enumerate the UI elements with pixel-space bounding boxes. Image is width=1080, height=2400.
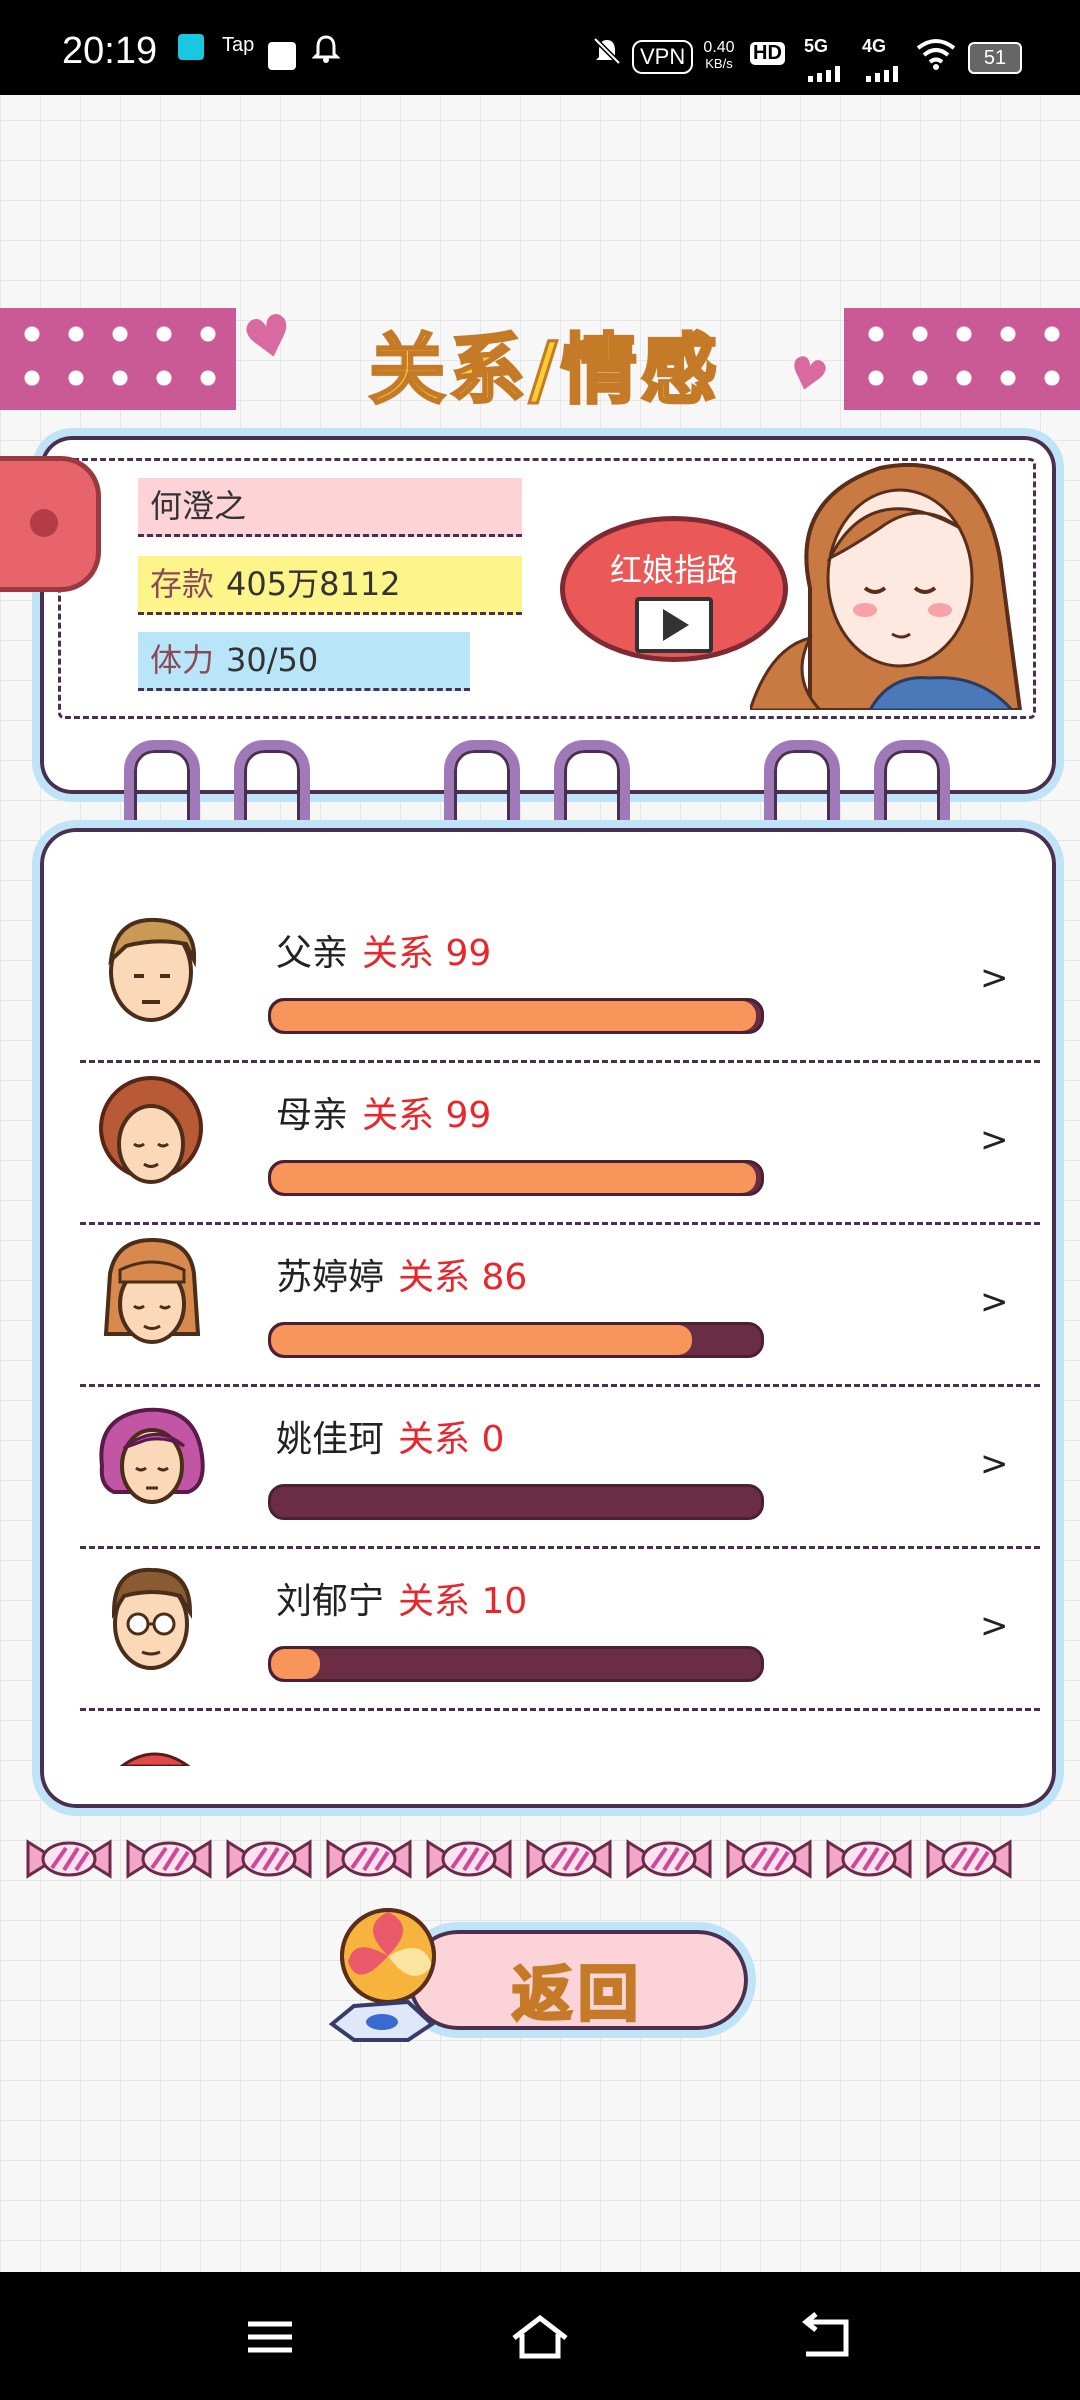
home-icon[interactable] (510, 2312, 570, 2362)
su-tingting-avatar (103, 1237, 201, 1344)
savings-label: 存款 (150, 565, 215, 603)
yao-jiake-avatar (99, 1407, 205, 1504)
liu-yuning-avatar (111, 1567, 193, 1670)
relation-name: 姚佳珂 (276, 1419, 385, 1460)
relation-bar (268, 1160, 764, 1196)
signal-icon-2 (864, 56, 904, 90)
savings-value: 405万8112 (226, 565, 401, 603)
mother-avatar (99, 1076, 203, 1184)
player-name-field: 何澄之 (138, 478, 522, 537)
relation-row-liu-yuning[interactable]: 刘郁宁 关系 10 > (80, 1546, 1040, 1711)
relation-bar-fill (271, 1163, 757, 1193)
relation-row-su-tingting[interactable]: 苏婷婷 关系 86 > (80, 1222, 1040, 1387)
relation-label: 关系 86 (398, 1257, 528, 1298)
polka-dot-tape-left (0, 308, 236, 410)
menu-icon[interactable] (240, 2312, 300, 2362)
relation-row-yao-jiake[interactable]: 姚佳珂 关系 0 > (80, 1384, 1040, 1549)
relation-bar (268, 1646, 764, 1682)
status-bar: 20:19 Tap VPN 0.40 KB/s HD 5G 4G 51 (0, 0, 1080, 95)
relation-name: 刘郁宁 (276, 1581, 385, 1622)
candy-icon (926, 1839, 1012, 1879)
return-button-wrap[interactable]: 返回 (310, 1906, 762, 2044)
relation-name: 苏婷婷 (276, 1257, 385, 1298)
player-name: 何澄之 (150, 487, 247, 525)
relation-row-father[interactable]: 父亲 关系 99 > (80, 898, 1040, 1063)
candy-icon (426, 1839, 512, 1879)
girl-portrait (750, 462, 1023, 710)
chevron-right-icon[interactable]: > (980, 1606, 1009, 1646)
network-speed: 0.40 KB/s (703, 39, 735, 72)
relation-row-mother[interactable]: 母亲 关系 99 > (80, 1060, 1040, 1225)
chevron-right-icon[interactable]: > (980, 1120, 1009, 1160)
heart-icon-small: ♥ (782, 345, 834, 406)
tap-label: Tap (222, 34, 255, 56)
bell-icon (311, 34, 341, 72)
stamina-label: 体力 (150, 641, 215, 679)
stamina-value: 30/50 (226, 641, 319, 679)
relation-name-line: 苏婷婷 关系 86 (276, 1248, 527, 1300)
relation-value: 99 (445, 1095, 492, 1136)
system-nav-bar (0, 2272, 1080, 2400)
candy-icon (626, 1839, 712, 1879)
candy-icon (326, 1839, 412, 1879)
relation-bar (268, 1322, 764, 1358)
candy-divider (26, 1830, 1056, 1890)
relation-bar-fill (271, 1001, 757, 1031)
vpn-badge: VPN (632, 40, 694, 74)
relation-name: 父亲 (276, 933, 349, 974)
chevron-right-icon[interactable]: > (980, 958, 1009, 998)
return-label: 返回 (511, 1959, 644, 2032)
relations-card: 父亲 关系 99 > 母亲 关系 99 > 苏婷婷 关系 86 > 姚佳珂 关系… (32, 820, 1064, 1816)
relation-bar (268, 998, 764, 1034)
lollipop-icon (328, 1908, 436, 2042)
heart-icon: ♥ (236, 300, 302, 377)
next-avatar-peek (120, 1752, 190, 1766)
candy-icon (226, 1839, 312, 1879)
signal-icon (806, 56, 846, 90)
relation-name: 母亲 (276, 1095, 349, 1136)
candy-icon (726, 1839, 812, 1879)
relation-value: 99 (445, 933, 492, 974)
relation-value: 86 (481, 1257, 528, 1298)
taptap-app-icon (178, 34, 204, 60)
relation-name-line: 姚佳珂 关系 0 (276, 1410, 504, 1462)
candy-icon (826, 1839, 912, 1879)
relation-bar-fill (271, 1649, 320, 1679)
side-tab-button[interactable] (0, 456, 101, 592)
relation-label: 关系 0 (398, 1419, 505, 1460)
page-title: 关系/情感 (368, 324, 721, 416)
relation-bar (268, 1484, 764, 1520)
candy-icon (526, 1839, 612, 1879)
hd-badge: HD (750, 42, 785, 65)
notification-square-icon (268, 42, 296, 70)
battery-indicator: 51 (968, 42, 1022, 74)
network-4g: 4G (862, 36, 887, 56)
chevron-right-icon[interactable]: > (980, 1282, 1009, 1322)
stamina-field: 体力 30/50 (138, 632, 470, 691)
relation-label: 关系 99 (362, 933, 492, 974)
back-icon[interactable] (796, 2312, 856, 2362)
polka-dot-tape-right (844, 308, 1080, 410)
relation-value: 10 (481, 1581, 528, 1622)
return-button[interactable]: 返回 (400, 1922, 756, 2038)
relation-label: 关系 10 (398, 1581, 528, 1622)
relation-name-line: 刘郁宁 关系 10 (276, 1572, 527, 1624)
candy-icon (126, 1839, 212, 1879)
play-icon (635, 597, 713, 653)
status-time: 20:19 (62, 30, 158, 72)
relation-name-line: 母亲 关系 99 (276, 1086, 491, 1138)
relation-bar-fill (271, 1325, 693, 1355)
relation-label: 关系 99 (362, 1095, 492, 1136)
wifi-icon (916, 38, 956, 78)
bell-mute-icon (592, 36, 622, 74)
chevron-right-icon[interactable]: > (980, 1444, 1009, 1484)
relation-value: 0 (481, 1419, 505, 1460)
network-5g: 5G (804, 36, 829, 56)
relation-name-line: 父亲 关系 99 (276, 924, 491, 976)
father-avatar (108, 917, 197, 1022)
candy-icon (26, 1839, 112, 1879)
savings-field: 存款 405万8112 (138, 556, 522, 615)
